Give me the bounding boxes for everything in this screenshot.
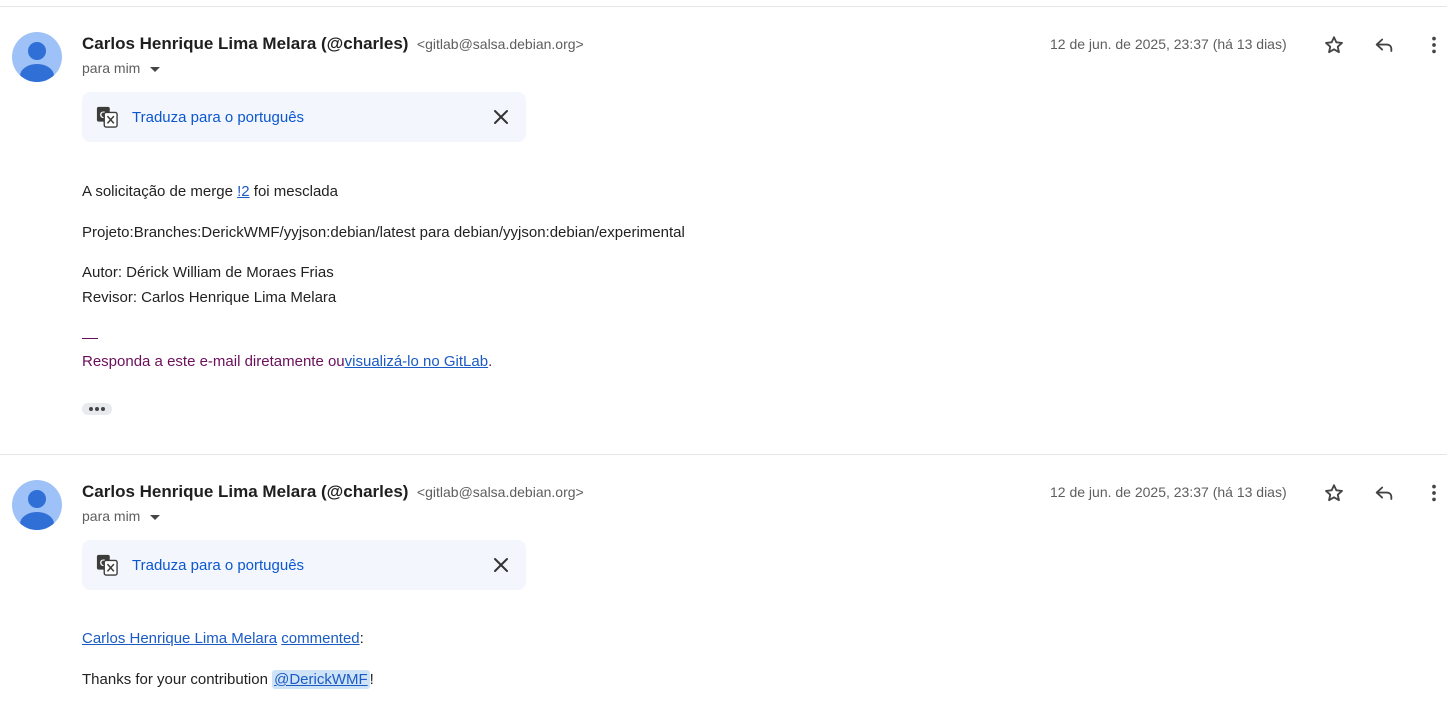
merge-prefix: A solicitação de merge [82, 183, 238, 200]
thanks-line: Thanks for your contribution @DerickWMF! [82, 670, 374, 689]
translate-icon: G [96, 554, 118, 576]
reply-button[interactable] [1372, 33, 1396, 57]
translate-link[interactable]: Traduza para o português [132, 109, 304, 126]
message-date: 12 de jun. de 2025, 23:37 (há 13 dias) [1050, 36, 1287, 52]
translate-icon: G [96, 106, 118, 128]
person-avatar-icon[interactable] [12, 32, 62, 82]
sender-line: Carlos Henrique Lima Melara (@charles) <… [82, 482, 584, 502]
more-vert-icon [1432, 36, 1436, 54]
translate-banner: G Traduza para o português [82, 92, 526, 142]
reply-suffix: . [488, 353, 493, 370]
merge-suffix: foi mesclada [249, 183, 338, 200]
author-line: Autor: Dérick William de Moraes Frias [82, 264, 334, 281]
commented-suffix: : [359, 630, 364, 647]
star-button[interactable] [1322, 481, 1346, 505]
close-icon[interactable] [491, 107, 511, 127]
star-icon [1325, 484, 1343, 502]
comment-line: Carlos Henrique Lima Melara commented: [82, 630, 364, 647]
thanks-prefix: Thanks for your contribution [82, 671, 273, 688]
message-date: 12 de jun. de 2025, 23:37 (há 13 dias) [1050, 484, 1287, 500]
reply-icon [1375, 38, 1393, 52]
caret-down-icon [150, 514, 161, 520]
thanks-suffix: ! [369, 671, 374, 688]
caret-down-icon [150, 66, 161, 72]
message-divider [0, 454, 1447, 455]
user-mention-link[interactable]: @DerickWMF [272, 670, 370, 689]
more-vert-icon [1432, 484, 1436, 502]
recipient-dropdown[interactable]: para mim [82, 508, 161, 524]
star-button[interactable] [1322, 33, 1346, 57]
sender-line: Carlos Henrique Lima Melara (@charles) <… [82, 34, 584, 54]
reply-button[interactable] [1372, 481, 1396, 505]
commenter-link[interactable]: Carlos Henrique Lima Melara [82, 630, 277, 647]
sender-name[interactable]: Carlos Henrique Lima Melara (@charles) [82, 34, 408, 53]
sender-email: <gitlab@salsa.debian.org> [416, 484, 584, 500]
merge-request-link[interactable]: !2 [237, 183, 250, 200]
star-icon [1325, 36, 1343, 54]
reply-prefix: Responda a este e-mail diretamente ou [82, 353, 345, 370]
signature-divider [82, 338, 98, 339]
project-line: Projeto:Branches:DerickWMF/yyjson:debian… [82, 224, 685, 241]
reply-line: Responda a este e-mail diretamente ouvis… [82, 353, 492, 370]
more-options-button[interactable] [1422, 33, 1446, 57]
top-divider [0, 6, 1447, 7]
reviewer-line: Revisor: Carlos Henrique Lima Melara [82, 289, 337, 306]
translate-banner: G Traduza para o português [82, 540, 526, 590]
recipient-label: para mim [82, 60, 141, 76]
merge-line: A solicitação de merge !2 foi mesclada [82, 183, 338, 200]
sender-email: <gitlab@salsa.debian.org> [416, 36, 584, 52]
sender-name[interactable]: Carlos Henrique Lima Melara (@charles) [82, 482, 408, 501]
reply-icon [1375, 486, 1393, 500]
view-on-gitlab-link[interactable]: visualizá-lo no GitLab [345, 353, 488, 370]
more-options-button[interactable] [1422, 481, 1446, 505]
show-trimmed-content-icon[interactable] [82, 403, 112, 415]
recipient-dropdown[interactable]: para mim [82, 60, 161, 76]
commented-link[interactable]: commented [281, 630, 359, 647]
close-icon[interactable] [491, 555, 511, 575]
translate-link[interactable]: Traduza para o português [132, 557, 304, 574]
recipient-label: para mim [82, 508, 141, 524]
person-avatar-icon[interactable] [12, 480, 62, 530]
